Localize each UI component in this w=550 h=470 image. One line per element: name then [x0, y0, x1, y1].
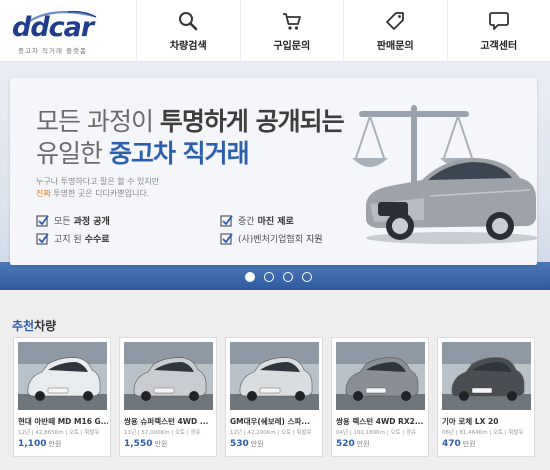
feature-label: 고지 된 [54, 235, 82, 245]
price-value: 1,100 [18, 439, 47, 449]
vehicle-price: 520 만원 [336, 439, 370, 449]
feature-emphasis: 과정 공개 [73, 217, 110, 227]
vehicle-photo [336, 342, 425, 410]
headline-accent: 중고차 직거래 [108, 139, 250, 168]
top-header: ddcar 중고차 직거래 플랫폼 차량검색 구입문의 판매문의 고객센터 [0, 0, 550, 62]
feature-item: (사)벤처기업협회 지원 [220, 232, 323, 245]
price-unit: 만원 [356, 440, 370, 448]
vehicle-price: 1,550 만원 [124, 439, 167, 449]
feature-label: (사)벤처기업협회 [238, 235, 303, 245]
price-value: 1,550 [124, 439, 153, 449]
price-unit: 만원 [250, 440, 264, 448]
vehicle-name: GM대우(쉐보레) 스파... [230, 417, 310, 426]
checkbox-check-icon [36, 215, 49, 227]
vehicle-card[interactable]: GM대우(쉐보레) 스파... 12년 | 42,200Km | 오토 | 휘발유… [225, 337, 323, 457]
hero-headline-line1: 모든 과정이 투명하게 공개되는 [36, 102, 345, 138]
vehicle-specs: 12년 | 42,200Km | 오토 | 휘발유 [230, 430, 312, 436]
vehicle-card[interactable]: 현대 아반떼 MD M16 G... 12년 | 42,865Km | 오토 | … [13, 337, 111, 457]
checkbox-check-icon [36, 233, 49, 245]
vehicle-specs: 11년 | 57,000Km | 오토 | 경유 [124, 430, 201, 436]
nav-item-car-search[interactable]: 차량검색 [136, 0, 240, 62]
description-text: 투명한 곳은 디디카뿐입니다. [50, 189, 150, 198]
headline-text: 모든 과정이 [36, 107, 160, 136]
nav-item-purchase-inquiry[interactable]: 구입문의 [239, 0, 344, 62]
vehicle-photo [230, 342, 319, 410]
hero-car-image [366, 158, 537, 244]
checkbox-check-icon [220, 233, 233, 245]
checkbox-check-icon [220, 215, 233, 227]
nav-label: 고객센터 [480, 41, 518, 52]
vehicle-photo [442, 342, 531, 410]
vehicle-price: 1,100 만원 [18, 439, 61, 449]
vehicle-specs: 06년 | 81,464Km | 오토 | 휘발유 [442, 430, 524, 436]
feature-emphasis: 지원 [305, 235, 323, 245]
price-unit: 만원 [462, 440, 476, 448]
logo-tagline: 중고차 직거래 플랫폼 [18, 47, 87, 55]
section-title-rest: 차량 [34, 319, 57, 333]
vehicle-name: 쌍용 렉스턴 4WD RX2... [336, 417, 424, 426]
section-title-accent: 추천 [12, 319, 35, 333]
headline-emphasis: 투명하게 공개되는 [159, 107, 345, 136]
feature-item: 모든 과정 공개 [36, 214, 110, 227]
price-value: 470 [442, 439, 461, 449]
feature-label: 모든 [54, 217, 71, 227]
section-title: 추천차량 [12, 317, 56, 334]
carousel-dot-2[interactable] [264, 272, 274, 282]
feature-emphasis: 마진 제로 [257, 217, 294, 227]
vehicle-price: 470 만원 [442, 439, 476, 449]
chat-bubble-icon [488, 12, 509, 30]
price-tag-icon [386, 12, 405, 30]
feature-item: 중간 마진 제로 [220, 214, 294, 227]
vehicle-card[interactable]: 쌍용 렉스턴 4WD RX2... 04년 | 100,189Km | 오토 | … [331, 337, 429, 457]
carousel-pagination [245, 272, 312, 282]
vehicle-specs: 04년 | 100,189Km | 오토 | 경유 [336, 430, 417, 436]
price-value: 520 [336, 439, 355, 449]
vehicle-specs: 12년 | 42,865Km | 오토 | 휘발유 [18, 430, 100, 436]
description-highlight: 진짜 [36, 189, 51, 198]
nav-label: 판매문의 [376, 41, 414, 52]
recommended-vehicles-section: 추천차량 현대 아반떼 MD M16 G... 12년 | 42,865Km | … [0, 290, 550, 470]
cart-icon [282, 13, 301, 30]
hero-banner[interactable]: 모든 과정이 투명하게 공개되는 유일한 중고차 직거래 누구나 투명하다고 말… [0, 62, 550, 290]
vehicle-card[interactable]: 기아 로체 LX 20 06년 | 81,464Km | 오토 | 휘발유 470 만… [437, 337, 535, 457]
logo-wordmark: ddcar [12, 12, 94, 43]
search-icon [179, 12, 198, 31]
price-value: 530 [230, 439, 249, 449]
nav-item-sale-inquiry[interactable]: 판매문의 [343, 0, 447, 62]
price-unit: 만원 [154, 440, 168, 448]
hero-description-line1: 누구나 투명하다고 말은 할 수 있지만 [36, 177, 160, 186]
vehicle-photo [124, 342, 213, 410]
feature-item: 고지 된 수수료 [36, 232, 110, 245]
carousel-dot-4[interactable] [302, 272, 312, 282]
hero-slide: 모든 과정이 투명하게 공개되는 유일한 중고차 직거래 누구나 투명하다고 말… [10, 78, 537, 265]
nav-label: 구입문의 [273, 41, 311, 52]
hero-description-line2: 진짜 투명한 곳은 디디카뿐입니다. [36, 188, 149, 199]
carousel-dot-1[interactable] [245, 272, 255, 282]
price-unit: 만원 [48, 440, 62, 448]
carousel-dot-3[interactable] [283, 272, 293, 282]
feature-emphasis: 수수료 [84, 235, 110, 245]
vehicle-card[interactable]: 쌍용 슈퍼렉스턴 4WD ... 11년 | 57,000Km | 오토 | 경유… [119, 337, 217, 457]
vehicle-photo [18, 342, 107, 410]
nav-label: 차량검색 [169, 41, 207, 52]
vehicle-price: 530 만원 [230, 439, 264, 449]
vehicle-name: 현대 아반떼 MD M16 G... [18, 417, 108, 426]
hero-headline-line2: 유일한 중고차 직거래 [36, 134, 250, 170]
vehicle-name: 기아 로체 LX 20 [442, 417, 499, 426]
vehicle-card-list: 현대 아반떼 MD M16 G... 12년 | 42,865Km | 오토 | … [13, 337, 535, 457]
nav-item-customer-center[interactable]: 고객센터 [446, 0, 550, 62]
vehicle-name: 쌍용 슈퍼렉스턴 4WD ... [124, 417, 209, 426]
headline-text: 유일한 [36, 139, 109, 168]
main-nav: 차량검색 구입문의 판매문의 고객센터 [136, 0, 550, 62]
feature-label: 중간 [238, 217, 255, 227]
ddcar-logo[interactable]: ddcar 중고차 직거래 플랫폼 [8, 8, 108, 56]
